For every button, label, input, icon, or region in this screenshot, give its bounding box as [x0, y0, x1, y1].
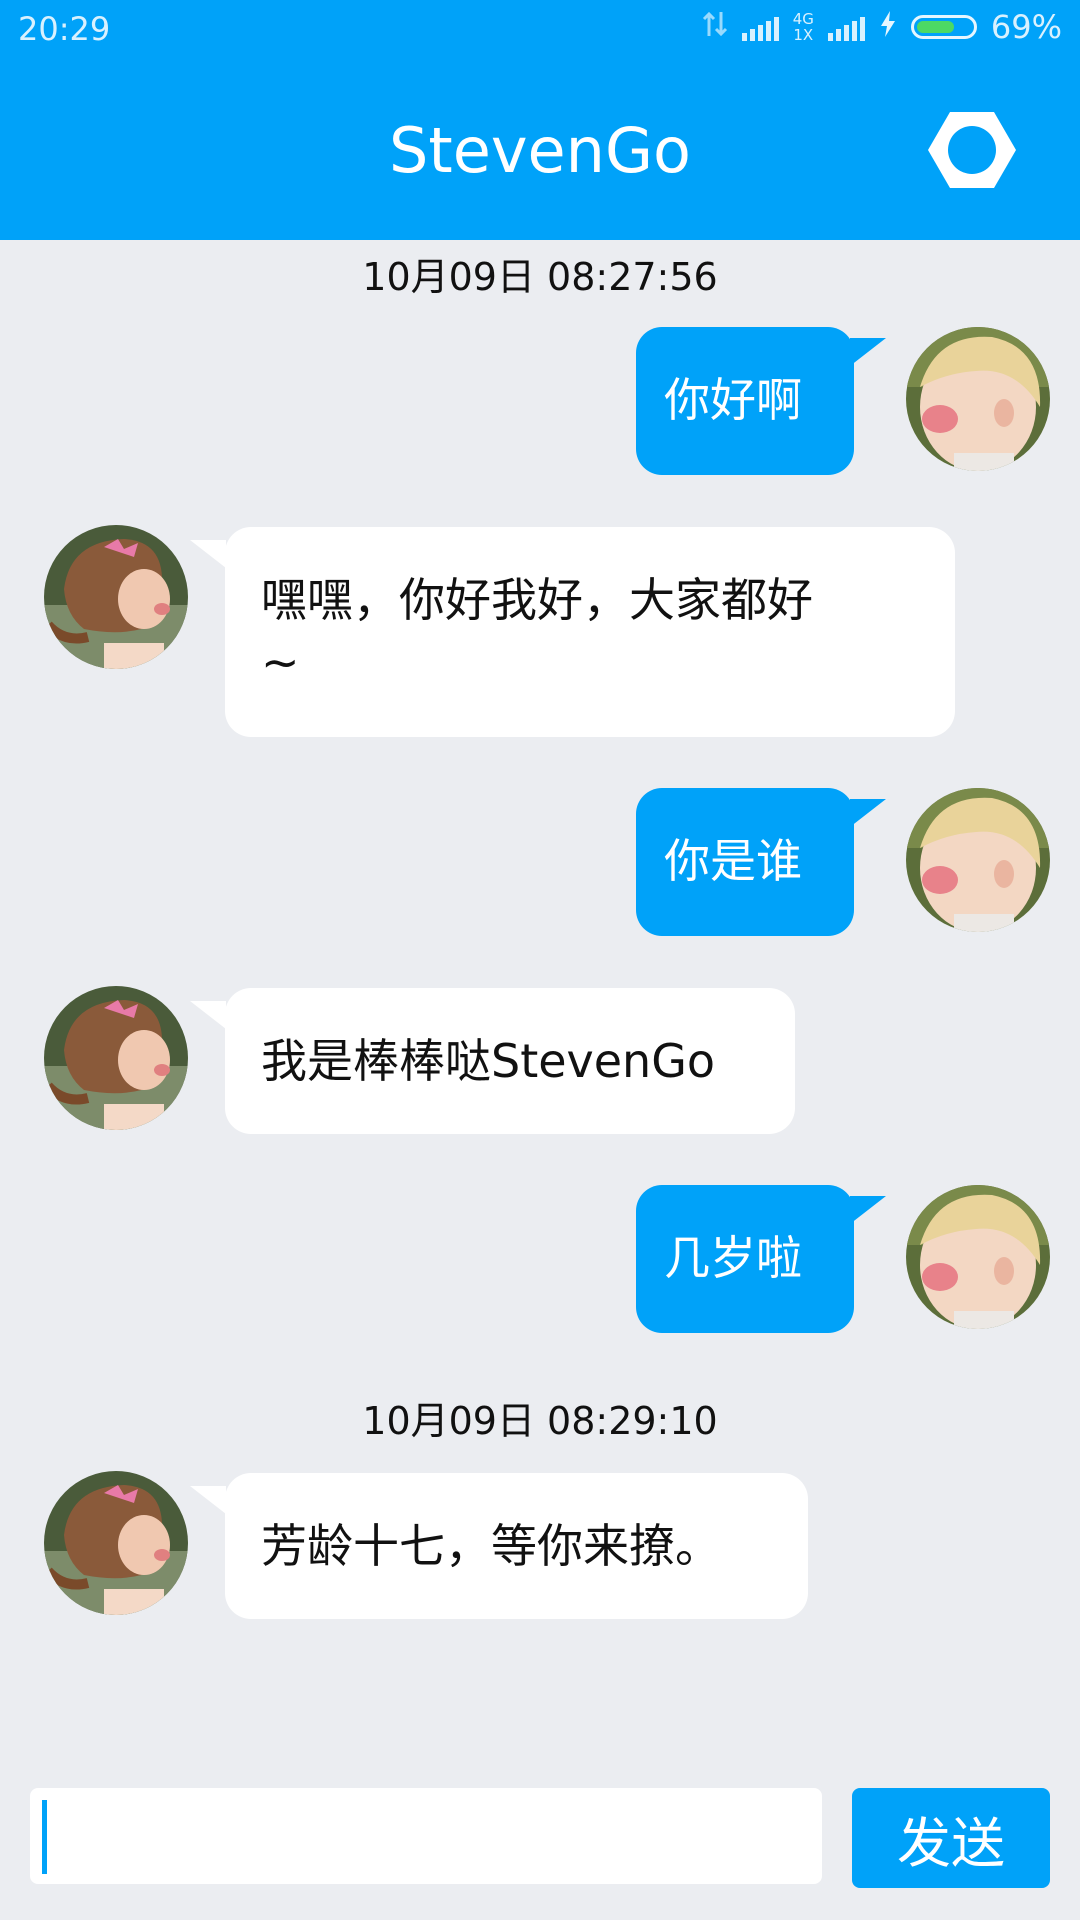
status-icons: 4G 1X 69% [702, 8, 1062, 46]
avatar-contact[interactable] [44, 1471, 188, 1615]
bubble-tail [850, 1196, 886, 1224]
message-text: 芳龄十七，等你来撩。 [261, 1519, 721, 1573]
charging-bolt-icon [879, 10, 897, 45]
text-cursor [42, 1800, 47, 1874]
battery-fill [916, 21, 954, 33]
boy-avatar-image [906, 788, 1050, 932]
avatar-self[interactable] [906, 327, 1050, 471]
timestamp: 10月09日 08:27:56 [362, 255, 718, 299]
net-label-bottom: 1X [793, 26, 814, 44]
message-text: 你是谁 [664, 834, 802, 888]
message-bubble-sent[interactable]: 几岁啦 [636, 1185, 854, 1333]
battery-icon [910, 15, 977, 39]
status-time: 20:29 [18, 10, 111, 48]
message-text-continuation: ~ [261, 635, 300, 689]
net-label-top: 4G [792, 10, 814, 28]
message-text: 你好啊 [664, 373, 802, 427]
boy-avatar-image [906, 327, 1050, 471]
message-bubble-received[interactable]: 芳龄十七，等你来撩。 [225, 1473, 808, 1619]
bubble-tail [190, 1001, 226, 1029]
avatar-contact[interactable] [44, 986, 188, 1130]
avatar-contact[interactable] [44, 525, 188, 669]
message-bubble-received[interactable]: 嘿嘿，你好我好，大家都好 ~ [225, 527, 955, 737]
timestamp: 10月09日 08:29:10 [362, 1399, 718, 1443]
app-header: StevenGo [0, 60, 1080, 240]
network-type-label: 4G 1X [793, 11, 814, 43]
bubble-tail [190, 540, 226, 568]
girl-avatar-image [44, 525, 188, 669]
signal-icon [741, 13, 779, 41]
message-text: 几岁啦 [664, 1231, 802, 1285]
message-bubble-received[interactable]: 我是棒棒哒StevenGo [225, 988, 795, 1134]
message-bubble-sent[interactable]: 你好啊 [636, 327, 854, 475]
bubble-tail [850, 338, 886, 366]
bubble-tail [190, 1486, 226, 1514]
avatar-self[interactable] [906, 1185, 1050, 1329]
signal-icon [827, 13, 865, 41]
battery-percent: 69% [990, 8, 1062, 46]
girl-avatar-image [44, 1471, 188, 1615]
page-title: StevenGo [389, 114, 691, 187]
send-button[interactable]: 发送 [852, 1788, 1050, 1888]
avatar-self[interactable] [906, 788, 1050, 932]
boy-avatar-image [906, 1185, 1050, 1329]
girl-avatar-image [44, 986, 188, 1130]
status-bar: 20:29 4G 1X 69% [0, 0, 1080, 60]
bubble-tail [850, 799, 886, 827]
message-text: 嘿嘿，你好我好，大家都好 [261, 573, 813, 627]
message-text: 我是棒棒哒StevenGo [261, 1034, 716, 1088]
message-input[interactable] [30, 1788, 822, 1884]
chat-screen: 20:29 4G 1X 69% StevenGo 10月09日 08:27:56… [0, 0, 1080, 1920]
settings-button[interactable] [924, 106, 1020, 194]
hexagon-settings-icon [928, 112, 1016, 188]
chat-list[interactable]: 10月09日 08:27:56 你好啊 嘿嘿，你好我好，大家都好 ~ 你是谁 我… [0, 240, 1080, 1760]
message-bubble-sent[interactable]: 你是谁 [636, 788, 854, 936]
data-arrows-icon [702, 8, 728, 46]
